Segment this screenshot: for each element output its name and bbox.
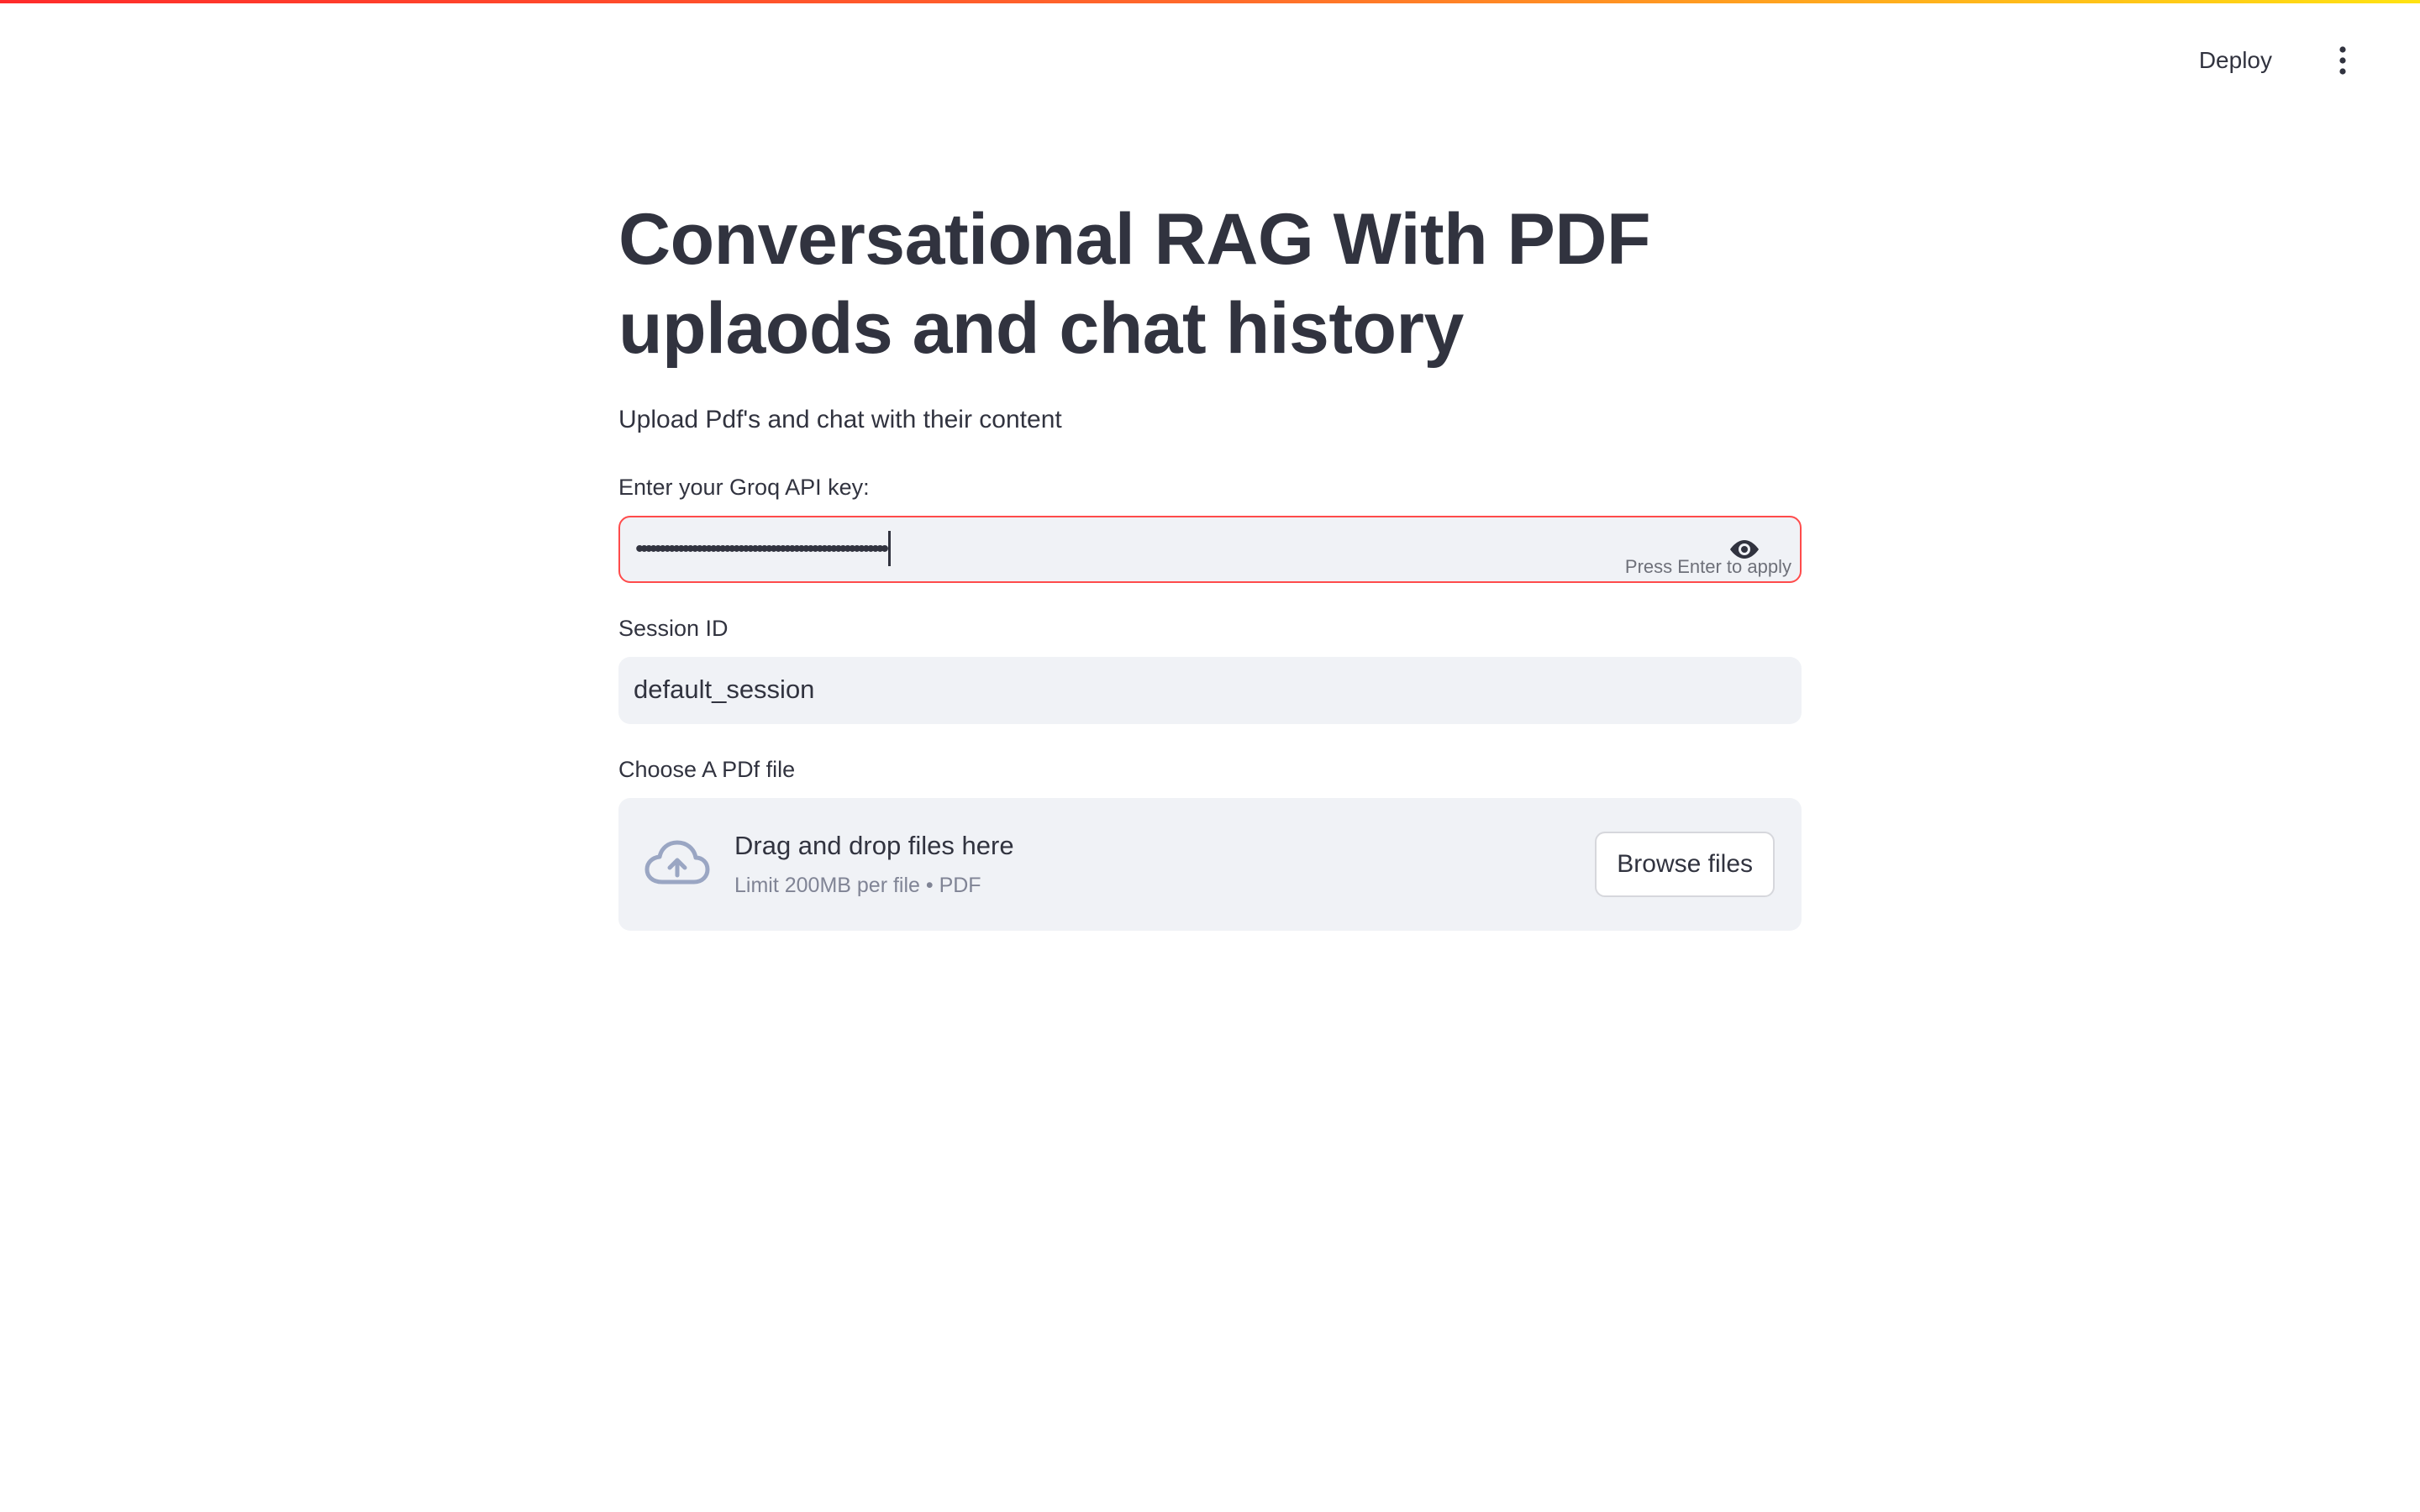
cloud-upload-icon	[644, 840, 710, 885]
file-uploader-label: Choose A PDf file	[618, 757, 796, 782]
api-key-field[interactable]: ••••••••••••••••••••••••••••••••••••••••…	[618, 516, 1802, 583]
deploy-button[interactable]: Deploy	[2186, 40, 2286, 81]
page-subtitle: Upload Pdf's and chat with their content	[618, 406, 1062, 433]
session-id-field[interactable]: default_session	[618, 657, 1802, 724]
vertical-ellipsis-icon	[2339, 46, 2346, 75]
page-title: Conversational RAG With PDF uplaods and …	[618, 199, 1651, 369]
app-header: Deploy	[0, 0, 2420, 118]
session-id-value: default_session	[634, 675, 815, 704]
browse-files-button[interactable]: Browse files	[1595, 832, 1775, 897]
press-enter-hint: Press Enter to apply	[1624, 556, 1791, 577]
file-dropzone[interactable]: Drag and drop files here Limit 200MB per…	[618, 798, 1802, 931]
main-menu-button[interactable]	[2324, 42, 2361, 79]
dropzone-limit-text: Limit 200MB per file • PDF	[734, 874, 981, 897]
dropzone-instructions: Drag and drop files here	[734, 831, 1014, 860]
api-key-label: Enter your Groq API key:	[618, 475, 870, 500]
text-caret	[888, 531, 891, 566]
session-id-label: Session ID	[618, 616, 729, 641]
api-key-masked-value: ••••••••••••••••••••••••••••••••••••••••…	[635, 535, 889, 563]
